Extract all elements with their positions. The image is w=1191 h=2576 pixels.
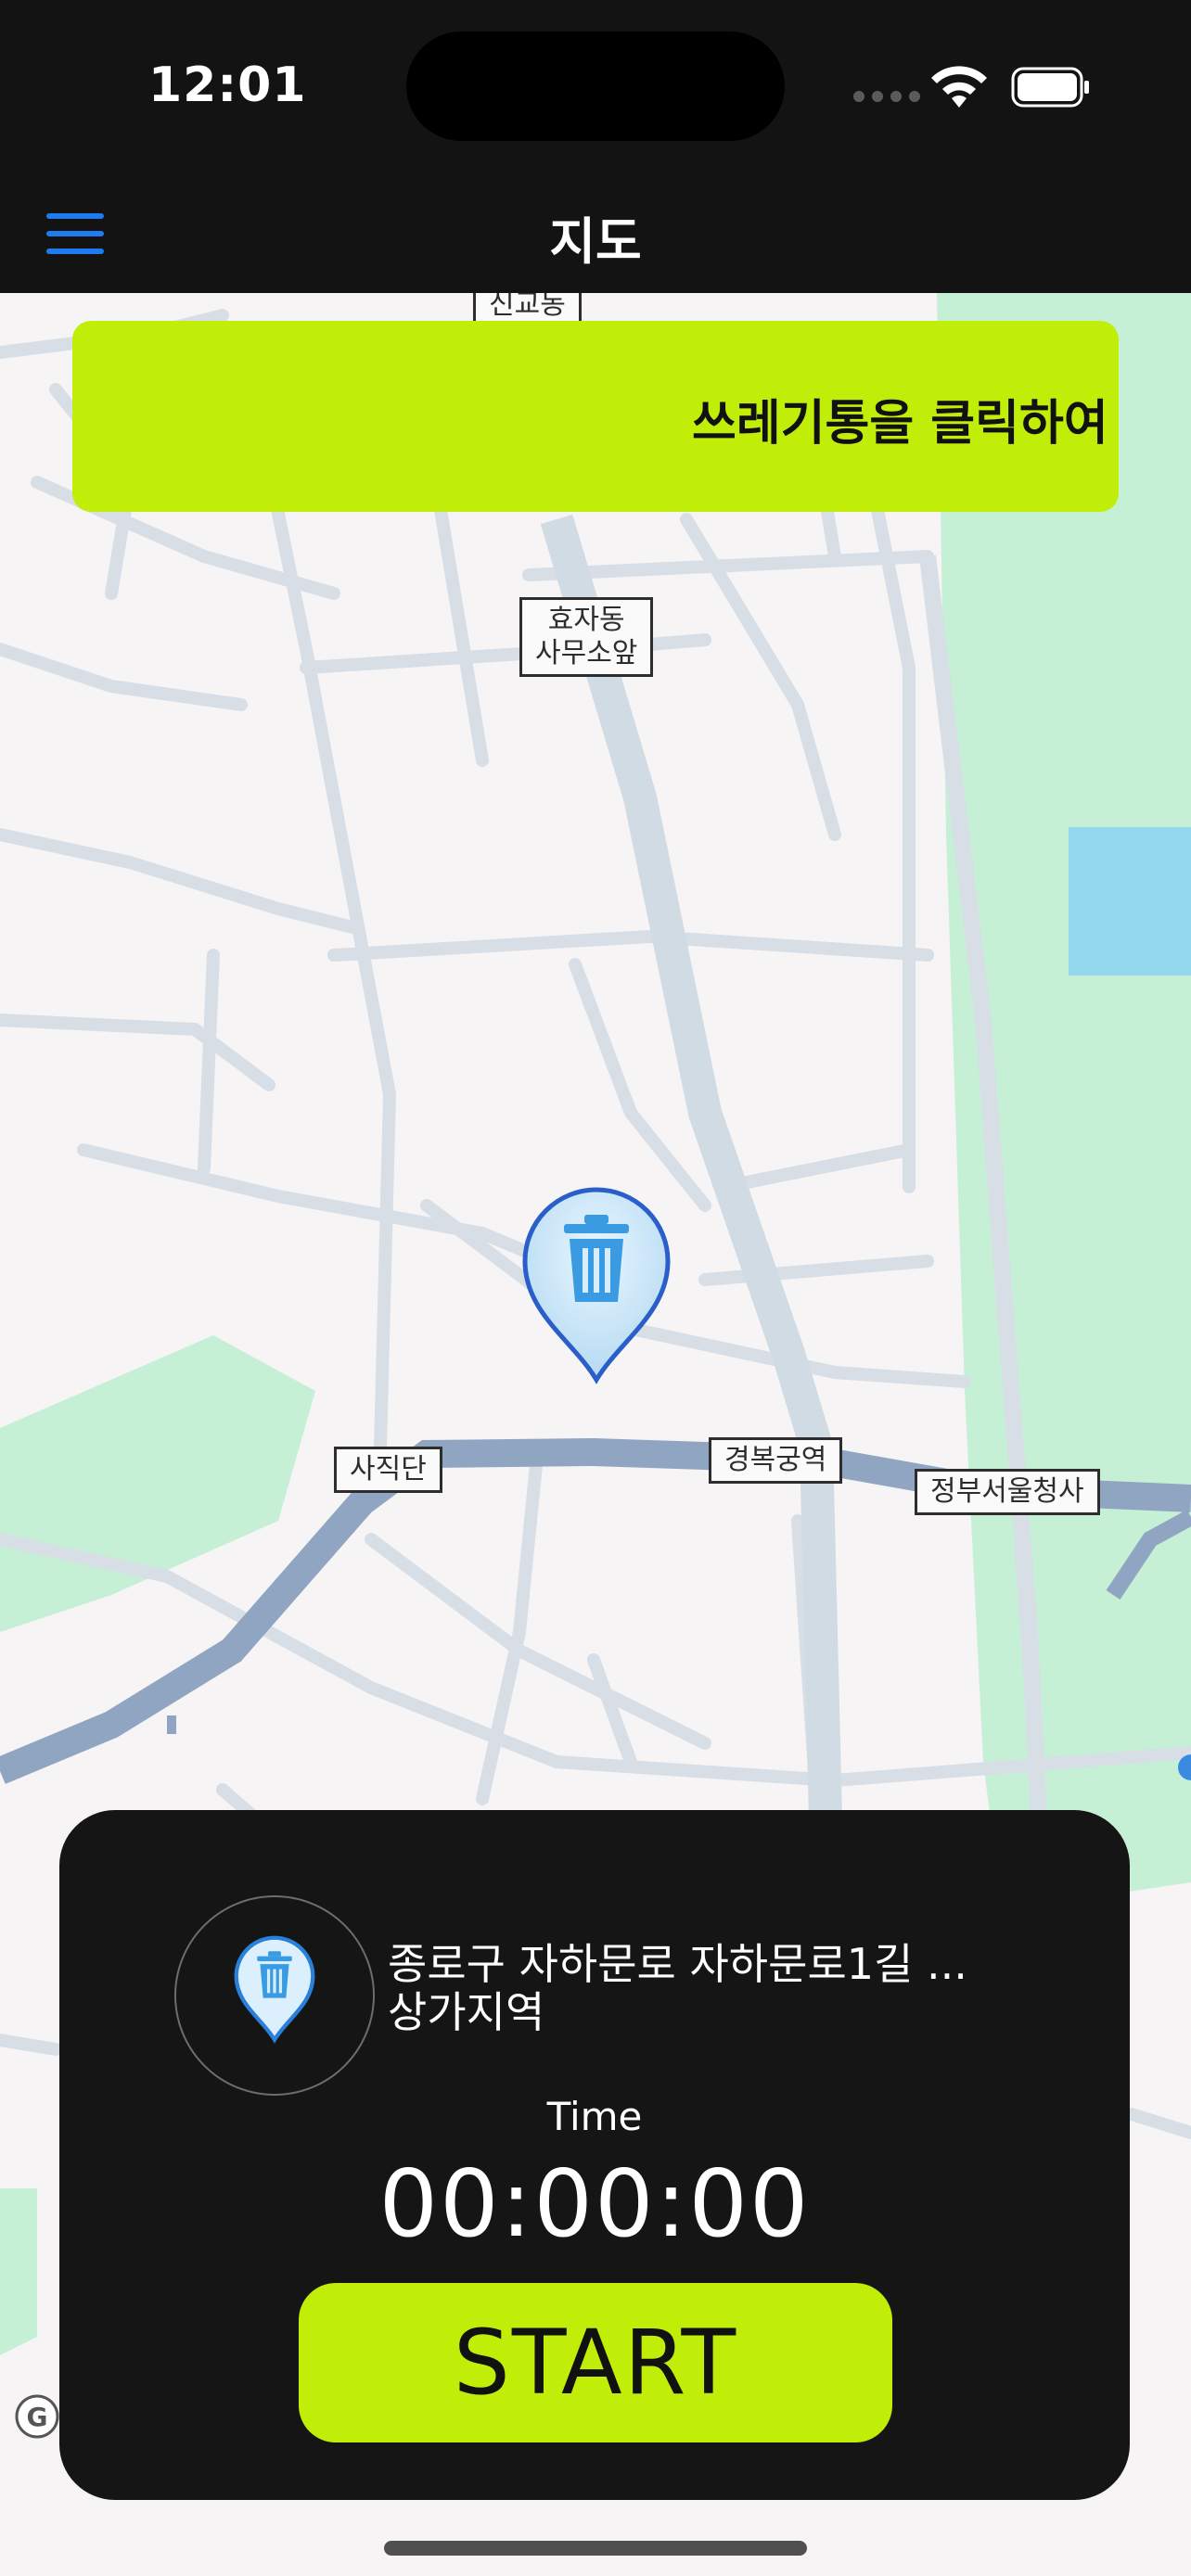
- timer-display: 00:00:00: [378, 2149, 811, 2258]
- time-label: Time: [546, 2094, 643, 2139]
- bin-detail-panel: 종로구 자하문로 자하문로1길 ... 상가지역 Time 00:00:00 S…: [59, 1810, 1130, 2500]
- map-label: 사직단: [334, 1447, 442, 1493]
- google-logo-icon: G: [15, 2394, 59, 2439]
- map-label: 정부서울청사: [915, 1469, 1100, 1515]
- address-line-1: 종로구 자하문로 자하문로1길 ...: [388, 1939, 967, 1989]
- wifi-icon: [931, 66, 987, 108]
- bin-address: 종로구 자하문로 자하문로1길 ... 상가지역: [388, 1940, 967, 2036]
- svg-text:G: G: [27, 2402, 48, 2432]
- battery-icon: [1011, 67, 1089, 108]
- trash-pin-icon[interactable]: [518, 1183, 675, 1387]
- map-label: 효자동 사무소앞: [519, 597, 654, 677]
- top-bar: 12:01 지도: [0, 0, 1191, 293]
- start-button[interactable]: START: [299, 2283, 892, 2442]
- signal-icon: [853, 91, 920, 102]
- map-label: 경복궁역: [709, 1437, 843, 1484]
- page-title: 지도: [549, 212, 642, 271]
- status-time: 12:01: [148, 57, 307, 113]
- dynamic-island: [406, 32, 785, 141]
- banner-text: 쓰레기통을 클릭하여: [692, 396, 1108, 452]
- instruction-banner: 쓰레기통을 클릭하여: [72, 321, 1119, 512]
- address-line-2: 상가지역: [388, 1987, 545, 2037]
- trash-pin-icon: [234, 1935, 315, 2044]
- home-indicator[interactable]: [384, 2541, 807, 2556]
- bin-avatar: [174, 1895, 375, 2096]
